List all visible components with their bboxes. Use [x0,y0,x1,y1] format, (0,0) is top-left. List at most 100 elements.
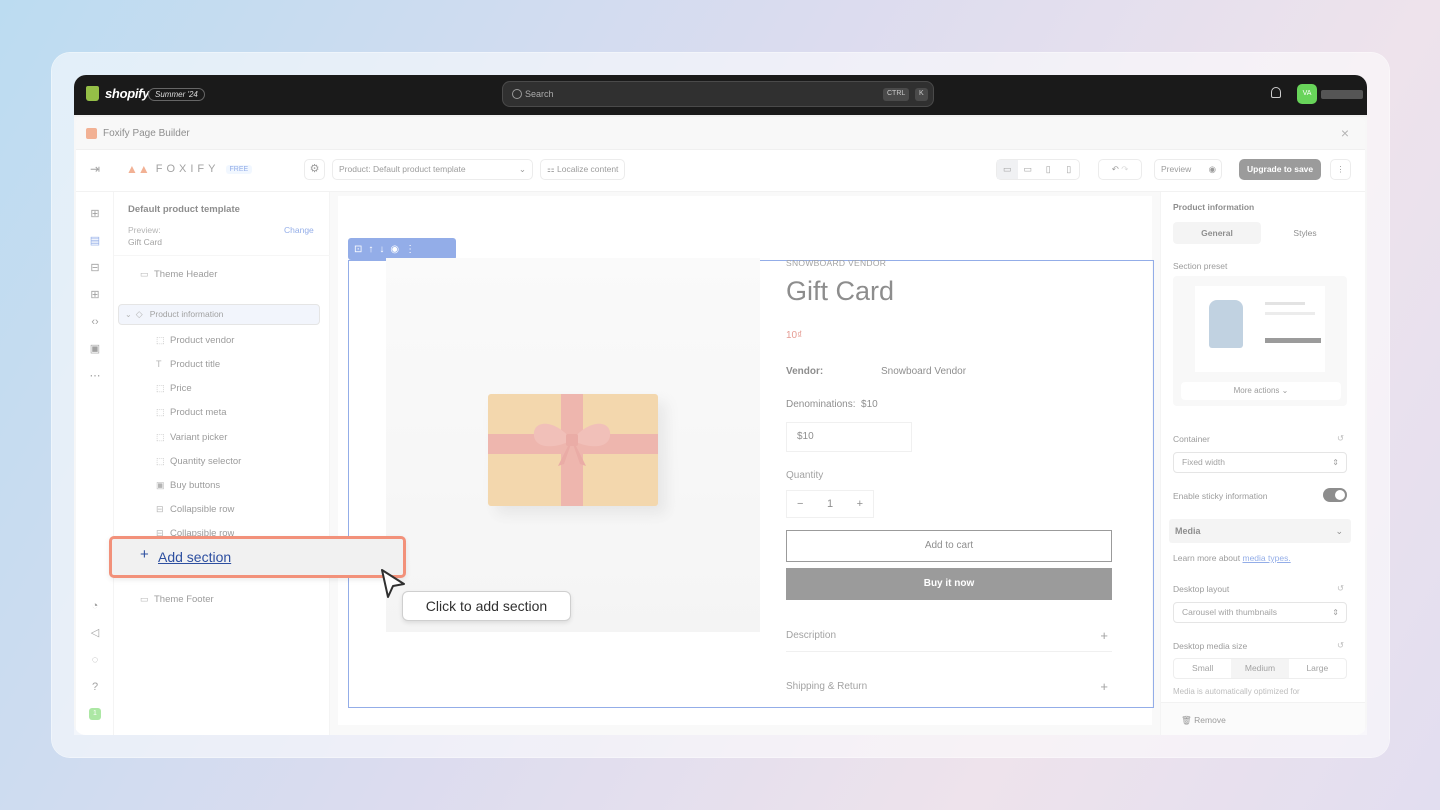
exit-icon[interactable]: ⇥ [90,162,100,176]
minus-button[interactable]: − [797,491,803,517]
media-section-header[interactable]: Media ⌄ [1169,519,1351,543]
laptop-icon[interactable]: ▭ [1018,160,1039,179]
tree-item-buy-buttons[interactable]: ▣ Buy buttons [156,474,220,496]
buy-now-button[interactable]: Buy it now [786,568,1112,600]
tab-styles[interactable]: Styles [1261,222,1349,244]
product-title: Gift Card [786,276,895,306]
tree-item-product-title[interactable]: T Product title [156,353,220,375]
tree-label: Theme Footer [154,594,214,605]
more-dots-icon[interactable]: ⋯ [89,370,101,382]
change-link[interactable]: Change [284,225,314,235]
desktop-icon[interactable]: ▭ [997,160,1018,179]
gear-icon[interactable]: ⚙ [304,159,325,180]
reset-icon[interactable]: ↺ [1337,433,1344,444]
chevron-down-icon: ⌄ [125,310,132,319]
undo-icon[interactable]: ↶ [1112,164,1119,174]
shopify-logo[interactable]: shopify [86,86,149,101]
add-section-button[interactable]: + Add section [109,536,406,578]
add-to-cart-button[interactable]: Add to cart [786,530,1112,562]
code-icon[interactable]: ‹› [89,316,101,328]
settings-title: Product information [1173,202,1255,212]
edition-badge: Summer '24 [148,88,205,101]
tree-item-quantity-selector[interactable]: ⬚ Quantity selector [156,450,241,472]
sticky-toggle[interactable] [1323,488,1347,502]
user-name-redacted[interactable] [1321,90,1363,99]
avatar[interactable]: VA [1297,84,1317,104]
select-icon[interactable]: ⊡ [354,244,362,255]
tree-item-collapsible-row-2[interactable]: ⊟ Collapsible row [156,522,234,536]
move-down-icon[interactable]: ↓ [379,244,384,255]
template-title: Default product template [128,204,240,215]
add-element-icon[interactable]: ⊞ [89,208,101,220]
gift-card-image [488,394,658,506]
mobile-icon[interactable]: ▯ [1059,160,1080,179]
reset-icon[interactable]: ↺ [1337,583,1344,594]
tree-item-variant-picker[interactable]: ⬚ Variant picker [156,426,227,448]
section-preset-thumbnail[interactable]: More actions ⌄ [1173,276,1347,406]
denominations-value: $10 [861,399,878,410]
denomination-option[interactable]: $10 [786,422,912,452]
tree-item-theme-header[interactable]: ▭ Theme Header [140,263,217,285]
notification-icon[interactable]: ◔ [89,600,101,612]
tree-item-product-meta[interactable]: ⬚ Product meta [156,401,227,423]
search-placeholder: Search [525,89,554,99]
templates-icon[interactable]: ⊟ [89,262,101,274]
megaphone-icon[interactable]: ◁ [89,627,101,639]
status-badge[interactable]: 1 [89,708,101,720]
accordion-description[interactable]: Description + [786,628,1112,652]
product-vendor: SNOWBOARD VENDOR [786,258,887,268]
search-input[interactable]: Search CTRL K [502,81,934,107]
help-icon[interactable]: ? [89,681,101,693]
bell-icon[interactable] [1271,87,1281,98]
updown-icon: ⇕ [1332,608,1339,617]
tab-general[interactable]: General [1173,222,1261,244]
container-select[interactable]: Fixed width ⇕ [1173,452,1347,473]
size-small[interactable]: Small [1174,659,1231,678]
eye-icon: ◉ [1208,164,1216,174]
clipboard-icon[interactable]: ▣ [89,343,101,355]
upgrade-button[interactable]: Upgrade to save [1239,159,1322,180]
shopify-topbar: shopify Summer '24 Search CTRL K VA [74,75,1367,115]
more-actions-button[interactable]: More actions ⌄ [1181,382,1341,400]
remove-label: Remove [1194,715,1226,725]
tree-item-price[interactable]: ⬚ Price [156,377,192,399]
remove-button[interactable]: 🗑 Remove [1181,715,1226,726]
close-icon[interactable]: × [1341,125,1349,141]
accordion-shipping[interactable]: Shipping & Return + [786,679,1112,703]
shortcut-k: K [915,88,928,101]
more-icon[interactable]: ⋮ [1330,159,1351,180]
visibility-icon[interactable]: ◉ [390,244,399,255]
localize-button[interactable]: ⚏ Localize content [540,159,626,180]
tree-item-collapsible-row[interactable]: ⊟ Collapsible row [156,498,234,520]
move-up-icon[interactable]: ↑ [368,244,373,255]
size-large[interactable]: Large [1289,659,1346,678]
layers-icon[interactable]: ▤ [89,235,101,247]
collapsible-icon: ⊟ [156,504,164,514]
sticky-label: Enable sticky information [1173,491,1268,501]
collapsible-icon: ⊟ [156,528,164,536]
apps-icon[interactable]: ⊞ [89,289,101,301]
tree-item-product-information[interactable]: ⌄ ◇ Product information [118,304,320,325]
chat-icon[interactable]: ◌ [89,654,101,666]
preview-value: Gift Card [128,237,163,247]
localize-label: Localize content [556,164,619,174]
product-media[interactable] [386,258,760,632]
desktop-layout-select[interactable]: Carousel with thumbnails ⇕ [1173,602,1347,623]
device-switcher: ▭ ▭ ▯ ▯ [996,159,1080,180]
plus-button[interactable]: + [857,491,863,517]
preview-button[interactable]: Preview ◉ [1154,159,1222,180]
media-types-link[interactable]: media types. [1242,553,1290,563]
more-icon[interactable]: ⋮ [405,244,415,255]
tree-item-theme-footer[interactable]: ▭ Theme Footer [140,588,214,610]
preview-label: Preview [1161,164,1192,174]
tree-item-product-vendor[interactable]: ⬚ Product vendor [156,329,234,351]
tree-label: Theme Header [154,269,218,280]
template-select[interactable]: Product: Default product template ⌄ [332,159,533,180]
tablet-icon[interactable]: ▯ [1038,160,1059,179]
size-medium[interactable]: Medium [1231,659,1289,678]
undo-redo: ↶ ↷ [1098,159,1142,180]
editor-canvas: ⊡ ↑ ↓ ◉ ⋮ SNOWBOARD VENDOR Gift Card 10₫… [330,192,1160,735]
quantity-value[interactable]: 1 [827,491,833,517]
reset-icon[interactable]: ↺ [1337,640,1344,651]
redo-icon[interactable]: ↷ [1121,164,1128,174]
